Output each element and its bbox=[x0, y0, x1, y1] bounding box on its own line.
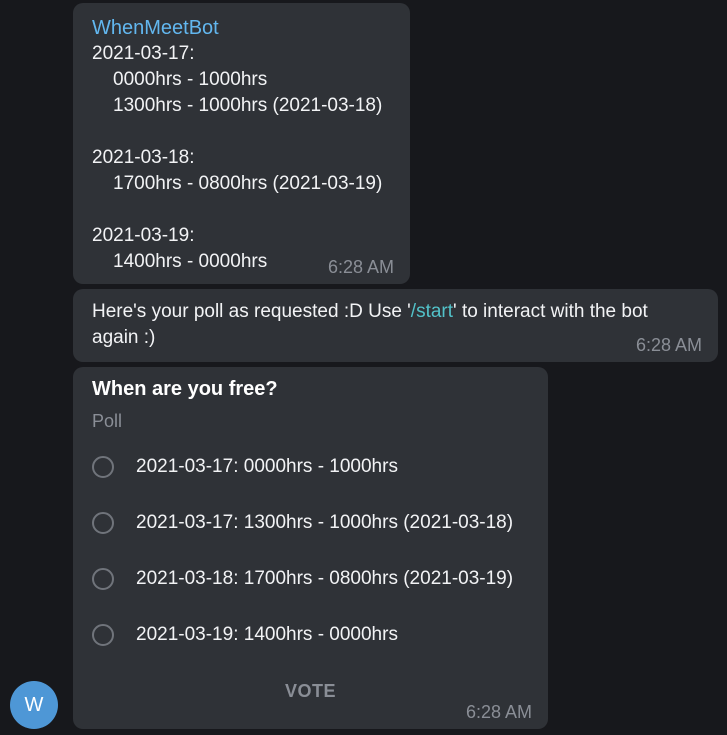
poll-option-2[interactable]: 2021-03-17: 1300hrs - 1000hrs (2021-03-1… bbox=[92, 508, 513, 538]
message-bubble-schedule: WhenMeetBot 2021-03-17: 0000hrs - 1000hr… bbox=[73, 3, 410, 284]
message-line: 2021-03-18: bbox=[92, 147, 195, 168]
poll-option-3[interactable]: 2021-03-18: 1700hrs - 0800hrs (2021-03-1… bbox=[92, 564, 513, 594]
message-line: 2021-03-17: bbox=[92, 43, 195, 64]
poll-option-4[interactable]: 2021-03-19: 1400hrs - 0000hrs bbox=[92, 620, 398, 650]
vote-button[interactable]: VOTE bbox=[73, 681, 548, 702]
message-line: 1300hrs - 1000hrs (2021-03-18) bbox=[113, 95, 383, 116]
message-line: 0000hrs - 1000hrs bbox=[113, 69, 268, 90]
avatar-initial: W bbox=[24, 693, 44, 716]
poll-option-label: 2021-03-19: 1400hrs - 0000hrs bbox=[136, 624, 398, 645]
chat-area: WhenMeetBot 2021-03-17: 0000hrs - 1000hr… bbox=[0, 0, 727, 735]
poll-question: When are you free? bbox=[92, 378, 278, 400]
message-line bbox=[92, 197, 391, 223]
message-text-start: Here's your poll as requested :D Use ' bbox=[92, 301, 411, 322]
radio-icon[interactable] bbox=[92, 512, 114, 534]
message-timestamp: 6:28 AM bbox=[465, 702, 532, 722]
sender-name[interactable]: WhenMeetBot bbox=[92, 15, 391, 41]
poll-bubble: When are you free? Poll 2021-03-17: 0000… bbox=[73, 367, 548, 729]
radio-icon[interactable] bbox=[92, 456, 114, 478]
avatar[interactable]: W bbox=[10, 681, 58, 729]
message-line: 1700hrs - 0800hrs (2021-03-19) bbox=[113, 173, 383, 194]
poll-type-label: Poll bbox=[92, 411, 123, 431]
poll-option-label: 2021-03-17: 0000hrs - 1000hrs bbox=[136, 456, 398, 477]
poll-option-1[interactable]: 2021-03-17: 0000hrs - 1000hrs bbox=[92, 452, 398, 482]
message-text: Here's your poll as requested :D Use '/s… bbox=[92, 299, 699, 351]
radio-icon[interactable] bbox=[92, 568, 114, 590]
message-line: 2021-03-19: bbox=[92, 225, 195, 246]
message-line bbox=[92, 119, 391, 145]
poll-option-label: 2021-03-17: 1300hrs - 1000hrs (2021-03-1… bbox=[136, 512, 514, 533]
radio-icon[interactable] bbox=[92, 624, 114, 646]
start-command-link[interactable]: /start bbox=[411, 301, 453, 322]
message-timestamp: 6:28 AM bbox=[635, 335, 702, 355]
poll-option-label: 2021-03-18: 1700hrs - 0800hrs (2021-03-1… bbox=[136, 568, 514, 589]
message-timestamp: 6:28 AM bbox=[327, 257, 394, 277]
message-bubble-notice: Here's your poll as requested :D Use '/s… bbox=[73, 289, 718, 362]
